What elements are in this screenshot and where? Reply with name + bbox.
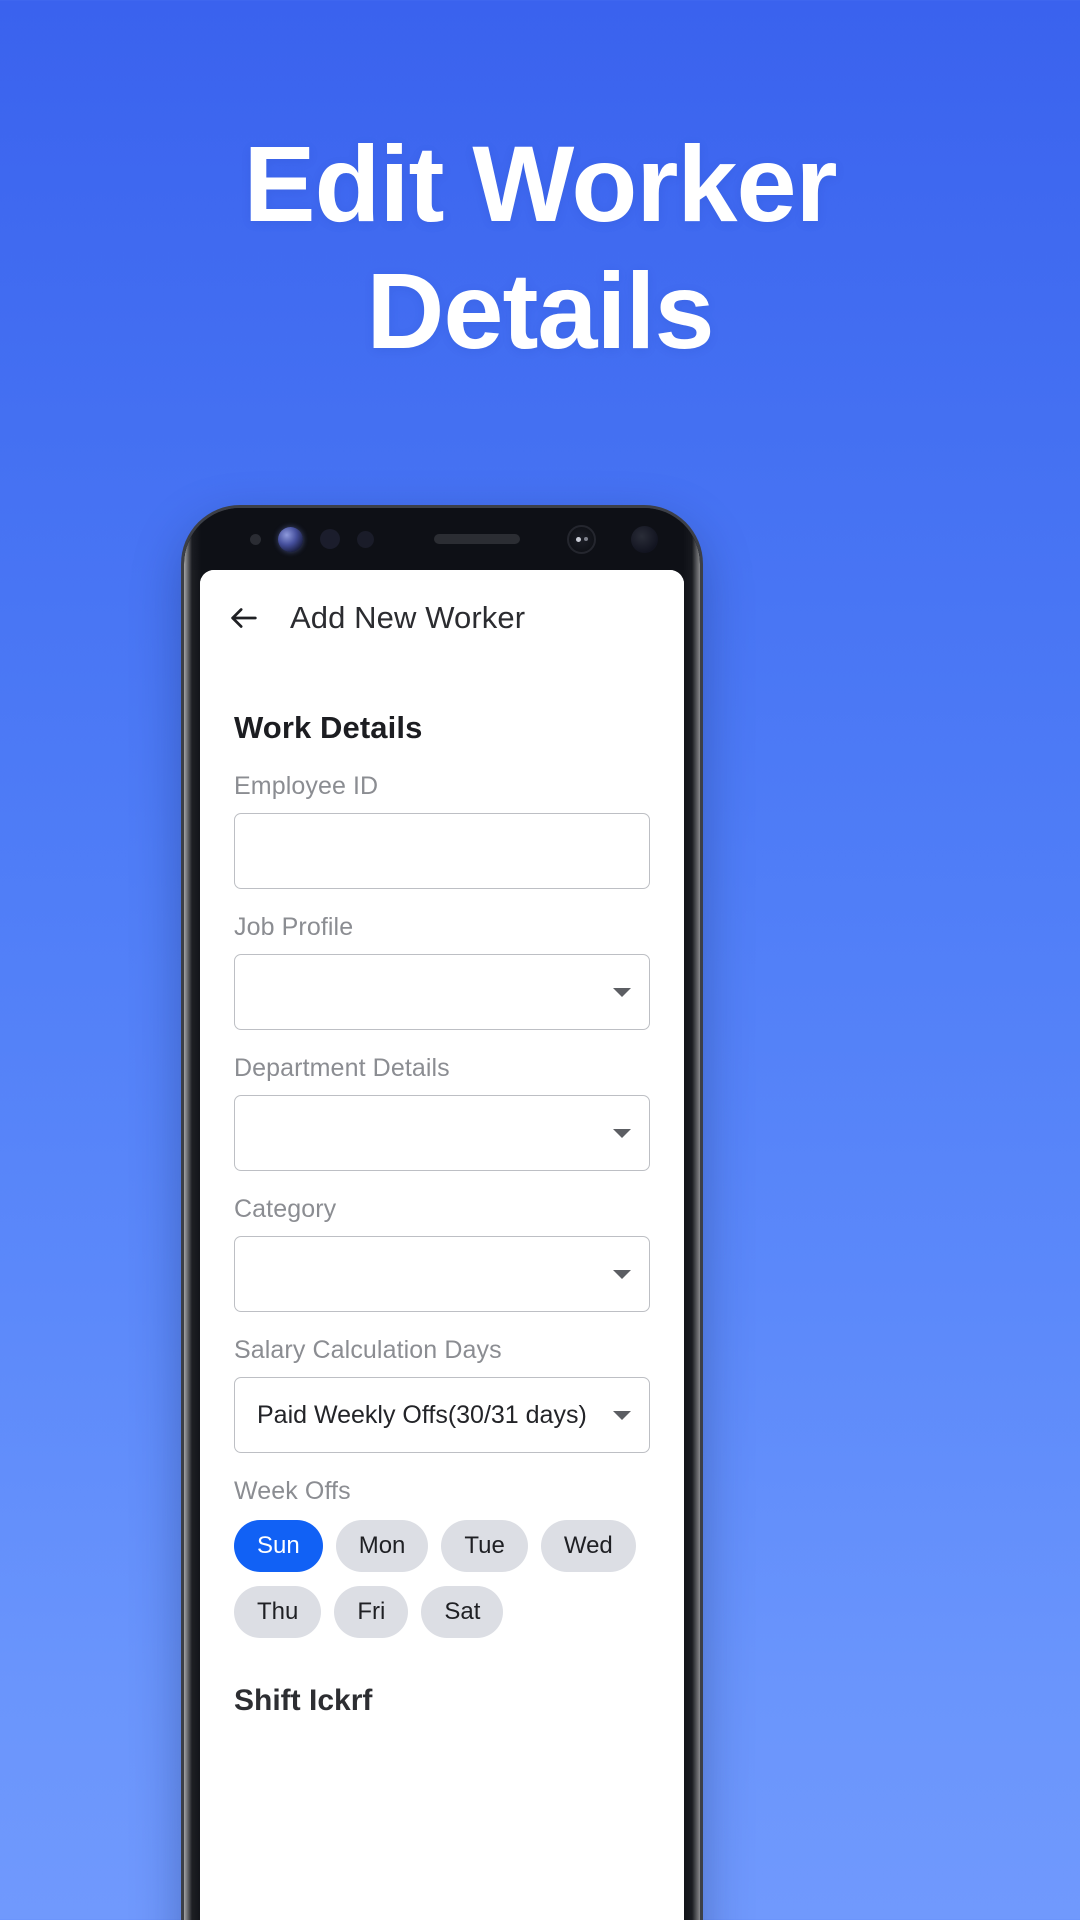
section-title-work-details: Work Details xyxy=(234,710,423,745)
field-week-offs: Week Offs Sun Mon Tue Wed Thu Fri Sat xyxy=(234,1477,650,1638)
salary-calculation-days-value: Paid Weekly Offs(30/31 days) xyxy=(257,1400,587,1429)
department-details-dropdown[interactable] xyxy=(234,1095,650,1171)
chevron-down-icon xyxy=(613,1269,631,1279)
field-salary-calculation-days: Salary Calculation Days Paid Weekly Offs… xyxy=(234,1336,650,1453)
field-label-job-profile: Job Profile xyxy=(234,913,354,941)
back-arrow-icon[interactable] xyxy=(224,598,264,638)
iris-scanner-icon xyxy=(278,526,303,552)
work-details-form: Work Details Employee ID Job Profile Dep… xyxy=(200,666,684,1718)
week-off-chip-sat[interactable]: Sat xyxy=(421,1586,504,1638)
field-job-profile: Job Profile xyxy=(234,913,650,1030)
field-label-category: Category xyxy=(234,1195,337,1223)
chevron-down-icon xyxy=(613,1410,631,1420)
week-off-chip-fri[interactable]: Fri xyxy=(334,1586,409,1638)
phone-mockup: Add New Worker Work Details Employee ID … xyxy=(184,508,700,1920)
promo-headline-line-2: Details xyxy=(366,250,714,372)
earpiece-speaker-icon xyxy=(434,534,520,544)
proximity-sensor-icon xyxy=(250,533,261,545)
job-profile-dropdown[interactable] xyxy=(234,954,650,1030)
phone-top-bezel xyxy=(184,508,700,570)
salary-calculation-days-dropdown[interactable]: Paid Weekly Offs(30/31 days) xyxy=(234,1377,650,1453)
week-off-chip-tue[interactable]: Tue xyxy=(441,1520,528,1572)
ir-sensor-icon xyxy=(357,530,374,548)
field-department-details: Department Details xyxy=(234,1054,650,1171)
app-bar: Add New Worker xyxy=(200,570,684,666)
week-off-chip-mon[interactable]: Mon xyxy=(335,1520,429,1572)
field-category: Category xyxy=(234,1195,650,1312)
page-title: Add New Worker xyxy=(290,600,526,635)
section-title-next: Shift Ickrf xyxy=(234,1684,373,1717)
front-camera-icon xyxy=(567,524,596,554)
week-offs-chip-group: Sun Mon Tue Wed Thu Fri Sat xyxy=(234,1520,650,1638)
promo-headline: Edit Worker Details xyxy=(0,120,1080,375)
chevron-down-icon xyxy=(613,1128,631,1138)
week-off-chip-sun[interactable]: Sun xyxy=(234,1520,323,1572)
week-off-chip-thu[interactable]: Thu xyxy=(234,1586,322,1638)
sensor-cluster xyxy=(250,526,374,552)
field-label-salary-calculation-days: Salary Calculation Days xyxy=(234,1336,502,1364)
chevron-down-icon xyxy=(613,987,631,997)
week-off-chip-wed[interactable]: Wed xyxy=(540,1520,636,1572)
field-employee-id: Employee ID xyxy=(234,772,650,889)
light-sensor-icon xyxy=(320,529,340,549)
field-label-employee-id: Employee ID xyxy=(234,772,379,800)
field-label-department-details: Department Details xyxy=(234,1054,450,1082)
phone-screen: Add New Worker Work Details Employee ID … xyxy=(200,570,684,1920)
category-dropdown[interactable] xyxy=(234,1236,650,1312)
field-label-week-offs: Week Offs xyxy=(234,1477,351,1505)
secondary-sensor-icon xyxy=(631,525,658,553)
employee-id-input[interactable] xyxy=(234,813,650,889)
promo-headline-line-1: Edit Worker xyxy=(243,123,837,244)
